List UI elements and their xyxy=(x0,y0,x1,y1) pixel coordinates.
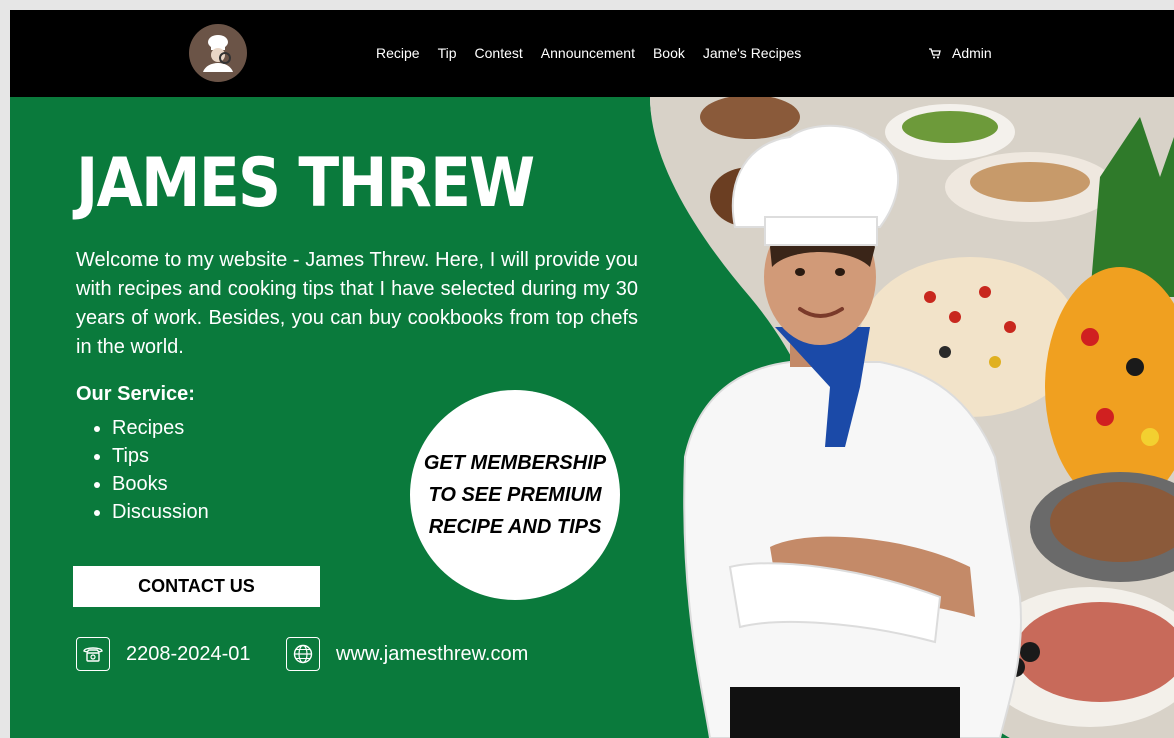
nav-item-recipe[interactable]: Recipe xyxy=(376,45,420,65)
chef-logo-icon[interactable] xyxy=(189,24,247,82)
membership-badge[interactable]: GET MEMBERSHIP TO SEE PREMIUM RECIPE AND… xyxy=(410,390,620,600)
app-frame: Recipe Tip Contest Announcement Book Jam… xyxy=(10,10,1174,738)
nav-item-announcement[interactable]: Announcement xyxy=(541,45,635,65)
page-title: JAMES THREW xyxy=(76,144,535,223)
nav-item-james-recipes[interactable]: Jame's Recipes xyxy=(703,45,801,65)
nav-item-contest[interactable]: Contest xyxy=(475,45,523,65)
website-info: www.jamesthrew.com xyxy=(286,637,528,671)
membership-badge-text[interactable]: GET MEMBERSHIP TO SEE PREMIUM RECIPE AND… xyxy=(417,447,613,543)
website-url[interactable]: www.jamesthrew.com xyxy=(336,643,528,666)
phone-icon xyxy=(76,637,110,671)
contact-us-button[interactable]: CONTACT US xyxy=(73,566,320,607)
globe-icon xyxy=(286,637,320,671)
cart-icon[interactable] xyxy=(928,46,942,60)
intro-text: Welcome to my website - James Threw. Her… xyxy=(76,249,638,358)
service-item-books: Books xyxy=(112,470,209,498)
services-title: Our Service: xyxy=(76,383,195,405)
admin-label[interactable]: Admin xyxy=(952,45,992,61)
services-list: Recipes Tips Books Discussion xyxy=(90,414,209,526)
service-item-discussion: Discussion xyxy=(112,498,209,526)
service-item-tips: Tips xyxy=(112,442,209,470)
nav-item-book[interactable]: Book xyxy=(653,45,685,65)
admin-menu[interactable]: Admin xyxy=(928,45,992,61)
phone-number: 2208-2024-01 xyxy=(126,642,251,665)
phone-info: 2208-2024-01 xyxy=(76,637,251,671)
service-item-recipes: Recipes xyxy=(112,414,209,442)
nav-item-tip[interactable]: Tip xyxy=(438,45,457,65)
top-navigation-bar: Recipe Tip Contest Announcement Book Jam… xyxy=(10,10,1174,97)
main-nav: Recipe Tip Contest Announcement Book Jam… xyxy=(376,45,819,65)
